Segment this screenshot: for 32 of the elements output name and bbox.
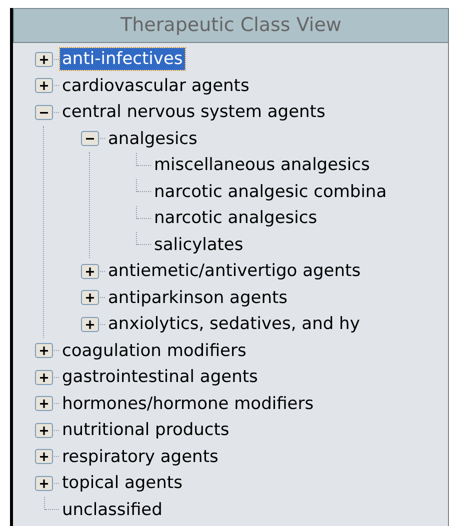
expand-icon[interactable] xyxy=(81,290,99,306)
expand-icon[interactable] xyxy=(35,52,53,67)
tree-item[interactable]: central nervous system agents xyxy=(60,101,328,124)
expand-icon[interactable] xyxy=(35,449,53,464)
tree-item[interactable]: cardiovascular agents xyxy=(60,74,252,97)
expand-icon[interactable] xyxy=(35,422,53,438)
tree-item[interactable]: antiemetic/antivertigo agents xyxy=(106,260,363,282)
tree-item[interactable]: analgesics xyxy=(106,128,200,150)
tree-item[interactable]: salicylates xyxy=(152,234,246,256)
collapse-icon[interactable] xyxy=(81,131,99,146)
panel-header: Therapeutic Class View xyxy=(13,8,449,43)
tree-item[interactable]: anxiolytics, sedatives, and hy xyxy=(106,313,362,336)
tree-item[interactable]: miscellaneous analgesics xyxy=(152,154,372,176)
tree-item[interactable]: antiparkinson agents xyxy=(106,286,290,309)
tree-item[interactable]: gastrointestinal agents xyxy=(60,366,260,388)
tree-item[interactable]: narcotic analgesics xyxy=(152,207,320,230)
expand-icon[interactable] xyxy=(35,396,53,412)
expand-icon[interactable] xyxy=(35,78,53,94)
tree-item[interactable]: narcotic analgesic combina xyxy=(152,180,389,203)
tree-item[interactable]: unclassified xyxy=(60,498,164,521)
tree-item[interactable]: nutritional products xyxy=(60,419,232,442)
expand-icon[interactable] xyxy=(35,476,53,491)
expand-icon[interactable] xyxy=(81,316,99,332)
tree-item[interactable]: topical agents xyxy=(60,472,184,494)
tree-item[interactable]: anti-infectives xyxy=(60,48,185,70)
expand-icon[interactable] xyxy=(35,343,53,358)
tree-item[interactable]: coagulation modifiers xyxy=(60,340,248,362)
expand-icon[interactable] xyxy=(35,370,53,385)
tree-item[interactable]: respiratory agents xyxy=(60,446,220,468)
collapse-icon[interactable] xyxy=(35,104,53,120)
expand-icon[interactable] xyxy=(81,264,99,279)
tree-item[interactable]: hormones/hormone modifiers xyxy=(60,392,316,415)
